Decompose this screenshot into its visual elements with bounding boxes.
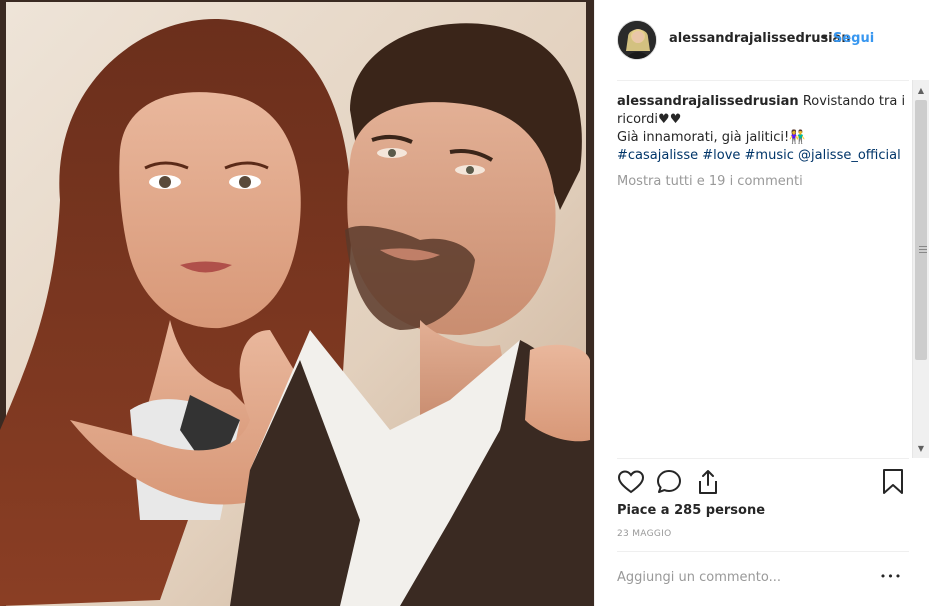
likes-count[interactable]: Piace a 285 persone <box>617 503 765 518</box>
post-header: alessandrajalissedrusian • Segui <box>595 0 930 80</box>
caption-line2: Già innamorati, già jalitici!👫 <box>617 130 805 145</box>
avatar-image <box>618 21 656 59</box>
photo-illustration <box>0 0 594 606</box>
view-all-comments-link[interactable]: Mostra tutti e 19 i commenti <box>617 173 913 191</box>
scroll-thumb[interactable] <box>915 100 927 360</box>
comment-icon[interactable] <box>655 468 683 496</box>
scroll-grip-icon <box>919 246 927 253</box>
post-date[interactable]: 23 MAGGIO <box>617 529 671 539</box>
hashtag-love[interactable]: #love <box>702 148 740 163</box>
post-photo[interactable] <box>0 0 594 606</box>
comments-scrollbar[interactable]: ▲ ▼ <box>912 80 929 458</box>
avatar[interactable] <box>617 20 657 60</box>
more-options-icon[interactable]: ••• <box>879 566 903 586</box>
comments-area: alessandrajalissedrusian Rovistando tra … <box>617 93 913 463</box>
scroll-down-arrow-icon[interactable]: ▼ <box>913 440 929 456</box>
comment-divider <box>617 551 909 552</box>
more-options-glyph: ••• <box>879 569 903 583</box>
share-icon[interactable] <box>694 468 722 496</box>
caption: alessandrajalissedrusian Rovistando tra … <box>617 93 913 165</box>
caption-line2-text: Già innamorati, già jalitici! <box>617 130 790 145</box>
hashtag-music[interactable]: #music <box>745 148 794 163</box>
post-sidebar: alessandrajalissedrusian • Segui alessan… <box>594 0 930 606</box>
header-separator: • <box>821 31 829 46</box>
heart-icon[interactable] <box>617 468 645 496</box>
hashtag-casajalisse[interactable]: #casajalisse <box>617 148 698 163</box>
instagram-post-window: alessandrajalissedrusian • Segui alessan… <box>0 0 930 606</box>
actions-divider <box>617 458 909 459</box>
couple-emoji: 👫 <box>789 130 806 145</box>
comment-input[interactable] <box>617 566 867 588</box>
follow-button[interactable]: Segui <box>833 31 874 46</box>
mention-jalisse-official[interactable]: @jalisse_official <box>798 148 901 163</box>
action-bar <box>617 468 913 498</box>
hearts-emoji: ♥♥ <box>658 112 682 127</box>
caption-username[interactable]: alessandrajalissedrusian <box>617 94 799 109</box>
scroll-up-arrow-icon[interactable]: ▲ <box>913 82 929 98</box>
bookmark-icon[interactable] <box>879 468 907 496</box>
header-divider <box>617 80 909 81</box>
